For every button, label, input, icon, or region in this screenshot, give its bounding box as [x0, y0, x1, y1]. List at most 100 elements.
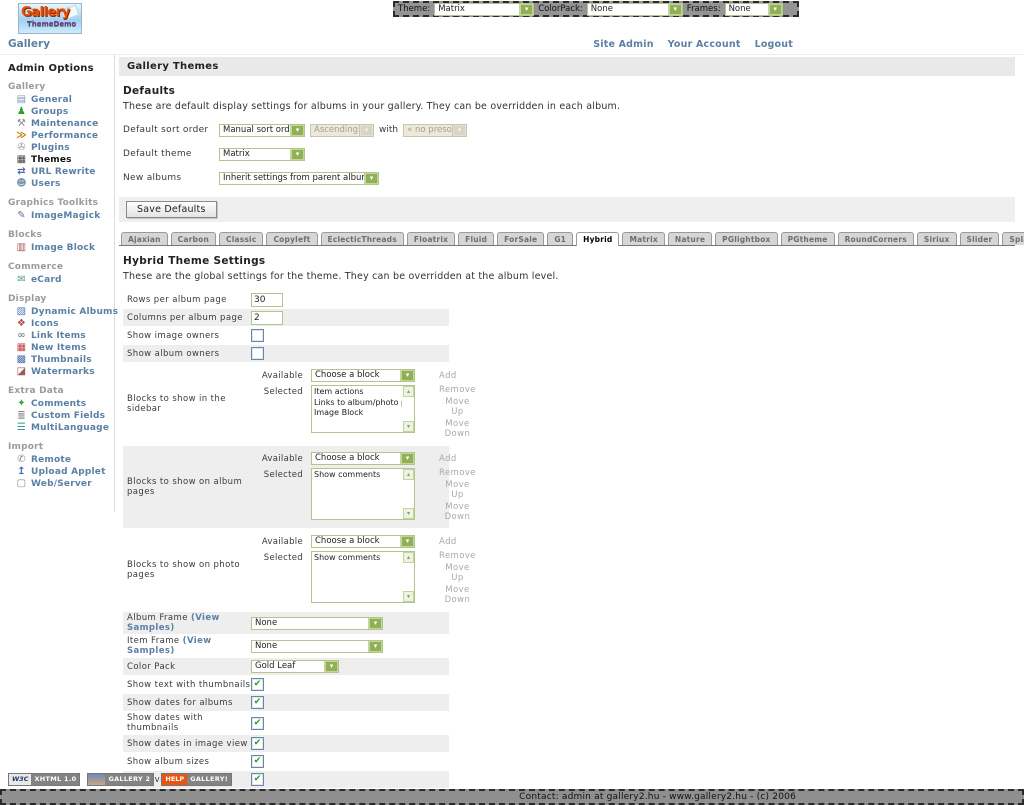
setting-checkbox-show-text-with-thumbnails[interactable]: ✔: [251, 678, 264, 691]
move-up-link[interactable]: Move Up: [439, 397, 476, 417]
scroll-up-icon[interactable]: ▴: [403, 386, 414, 397]
scroll-down-icon[interactable]: ▾: [403, 421, 414, 432]
remove-link[interactable]: Remove: [439, 385, 476, 395]
tab-copyleft[interactable]: Copyleft: [266, 232, 317, 245]
sidebar-item-plugins[interactable]: ✇Plugins: [7, 142, 114, 154]
tab-matrix[interactable]: Matrix: [622, 232, 664, 245]
scroll-down-icon[interactable]: ▾: [403, 508, 414, 519]
sidebar-item-dynamic-albums[interactable]: ▧Dynamic Albums: [7, 306, 114, 318]
sort-direction-select[interactable]: Ascending▾: [310, 124, 374, 137]
tab-roundcorners[interactable]: RoundCorners: [838, 232, 914, 245]
tab-hybrid[interactable]: Hybrid: [576, 232, 619, 246]
gallery-home-link[interactable]: Gallery: [8, 38, 50, 50]
save-defaults-button[interactable]: Save Defaults: [126, 201, 217, 218]
choose-a-block-select[interactable]: Choose a block▾: [311, 452, 415, 465]
setting-select-color-pack[interactable]: Gold Leaf▾: [251, 660, 339, 673]
setting-checkbox-show-dates-with-thumbnails[interactable]: ✔: [251, 717, 264, 730]
sidebar-item-custom-fields[interactable]: ≣Custom Fields: [7, 410, 114, 422]
sidebar-item-themes[interactable]: ▦Themes: [7, 154, 114, 166]
sidebar-item-link-items[interactable]: ∞Link Items: [7, 330, 114, 342]
move-down-link[interactable]: Move Down: [439, 585, 476, 605]
listbox-item[interactable]: Image Block: [314, 408, 402, 419]
listbox-item[interactable]: Links to album/photo peers: [314, 398, 402, 409]
sidebar-item-imagemagick[interactable]: ✎ImageMagick: [7, 210, 114, 222]
sidebar-item-ecard[interactable]: ✉eCard: [7, 274, 114, 286]
setting-checkbox-show-image-owners[interactable]: [251, 329, 264, 342]
gallery-logo[interactable]: Gallery ThemeDemo: [18, 3, 82, 34]
move-up-link[interactable]: Move Up: [439, 563, 476, 583]
setting-input-columns-per-album-page[interactable]: [251, 311, 283, 325]
tab-g1[interactable]: G1: [547, 232, 573, 245]
sidebar-item-new-items[interactable]: ▦New Items: [7, 342, 114, 354]
listbox-item[interactable]: Show comments: [314, 470, 402, 481]
default-theme-select[interactable]: Matrix▾: [219, 148, 305, 161]
tab-splatbang[interactable]: Splatbang: [1002, 232, 1024, 245]
setting-input-rows-per-album-page[interactable]: [251, 293, 283, 307]
setting-select-item-frame[interactable]: None▾: [251, 640, 383, 653]
setting-checkbox-show-album-owners[interactable]: [251, 347, 264, 360]
listbox-item[interactable]: Show comments: [314, 553, 402, 564]
colorpack-select[interactable]: None▾: [587, 3, 683, 16]
tab-siriux[interactable]: Siriux: [917, 232, 957, 245]
setting-checkbox-show-album-sizes[interactable]: ✔: [251, 755, 264, 768]
selected-blocks-listbox[interactable]: Show comments▴ ▾: [311, 551, 415, 603]
add-link[interactable]: Add: [439, 535, 457, 547]
tab-pglightbox[interactable]: PGlightbox: [715, 232, 777, 245]
scroll-up-icon[interactable]: ▴: [403, 469, 414, 480]
tab-ajaxian[interactable]: Ajaxian: [121, 232, 168, 245]
setting-checkbox-show-dates-in-image-view[interactable]: ✔: [251, 737, 264, 750]
setting-checkbox-show-view-counts[interactable]: ✔: [251, 773, 264, 786]
tab-forsale[interactable]: ForSale: [497, 232, 544, 245]
selected-blocks-listbox[interactable]: Show comments▴ ▾: [311, 468, 415, 520]
move-up-link[interactable]: Move Up: [439, 480, 476, 500]
add-link[interactable]: Add: [439, 452, 457, 464]
presort-select[interactable]: « no presort »▾: [403, 124, 467, 137]
sidebar-item-users[interactable]: ☻Users: [7, 178, 114, 190]
sidebar-item-url-rewrite[interactable]: ⇄URL Rewrite: [7, 166, 114, 178]
listbox-item[interactable]: Item actions: [314, 387, 402, 398]
sidebar-item-groups[interactable]: ♟Groups: [7, 106, 114, 118]
gallery-badge[interactable]: GALLERY 2: [87, 773, 154, 786]
frames-select[interactable]: None▾: [725, 3, 783, 16]
setting-checkbox-show-dates-for-albums[interactable]: ✔: [251, 696, 264, 709]
add-link[interactable]: Add: [439, 369, 457, 381]
sidebar-item-general[interactable]: ▤General: [7, 94, 114, 106]
nav-link-logout[interactable]: Logout: [755, 39, 793, 50]
default-sort-order-select[interactable]: Manual sort order▾: [219, 124, 305, 137]
tab-classic[interactable]: Classic: [219, 232, 263, 245]
help-badge[interactable]: HELPGALLERY!: [161, 773, 232, 786]
scroll-up-icon[interactable]: ▴: [403, 552, 414, 563]
move-down-link[interactable]: Move Down: [439, 502, 476, 522]
sidebar-item-upload-applet[interactable]: ↥Upload Applet: [7, 466, 114, 478]
theme-select[interactable]: Matrix▾: [434, 3, 534, 16]
move-down-link[interactable]: Move Down: [439, 419, 476, 439]
choose-a-block-select[interactable]: Choose a block▾: [311, 535, 415, 548]
nav-link-your-account[interactable]: Your Account: [668, 39, 741, 50]
sidebar-item-multilanguage[interactable]: ☰MultiLanguage: [7, 422, 114, 434]
tab-fluid[interactable]: Fluid: [458, 232, 494, 245]
w3c-badge[interactable]: W3CXHTML 1.0: [8, 773, 80, 786]
tab-pgtheme[interactable]: PGtheme: [781, 232, 835, 245]
sidebar-item-comments[interactable]: ✦Comments: [7, 398, 114, 410]
new-albums-select[interactable]: Inherit settings from parent album▾: [219, 172, 379, 185]
scroll-down-icon[interactable]: ▾: [403, 591, 414, 602]
sidebar-item-remote[interactable]: ✆Remote: [7, 454, 114, 466]
nav-link-site-admin[interactable]: Site Admin: [593, 39, 653, 50]
tab-nature[interactable]: Nature: [668, 232, 712, 245]
tab-floatrix[interactable]: Floatrix: [407, 232, 455, 245]
sidebar-item-performance[interactable]: ≫Performance: [7, 130, 114, 142]
tab-carbon[interactable]: Carbon: [171, 232, 216, 245]
setting-select-album-frame[interactable]: None▾: [251, 617, 383, 630]
remove-link[interactable]: Remove: [439, 551, 476, 561]
tab-eclecticthreads[interactable]: EclecticThreads: [321, 232, 404, 245]
sidebar-item-watermarks[interactable]: ◪Watermarks: [7, 366, 114, 378]
sidebar-item-icons[interactable]: ❖Icons: [7, 318, 114, 330]
choose-a-block-select[interactable]: Choose a block▾: [311, 369, 415, 382]
sidebar-item-web-server[interactable]: ▢Web/Server: [7, 478, 114, 490]
remove-link[interactable]: Remove: [439, 468, 476, 478]
sidebar-item-image-block[interactable]: ▥Image Block: [7, 242, 114, 254]
tab-slider[interactable]: Slider: [960, 232, 1000, 245]
selected-blocks-listbox[interactable]: Item actionsLinks to album/photo peersIm…: [311, 385, 415, 433]
sidebar-item-thumbnails[interactable]: ▩Thumbnails: [7, 354, 114, 366]
sidebar-item-maintenance[interactable]: ⚒Maintenance: [7, 118, 114, 130]
